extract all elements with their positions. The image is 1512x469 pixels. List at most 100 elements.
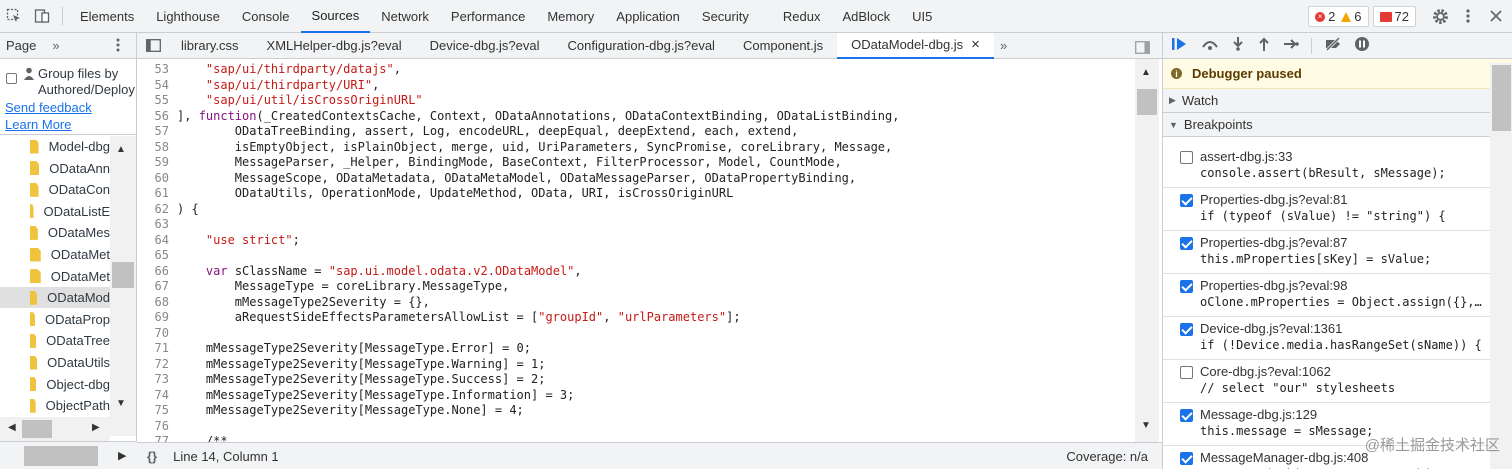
breakpoint-item[interactable]: Core-dbg.js?eval:1062 // select "our" sty… xyxy=(1163,360,1493,403)
breakpoint-item[interactable]: Properties-dbg.js?eval:87 this.mPropertie… xyxy=(1163,231,1493,274)
code-line[interactable]: 64 "use strict"; xyxy=(137,233,1137,249)
group-files-checkbox[interactable] xyxy=(6,73,17,84)
resume-icon[interactable] xyxy=(1171,37,1189,54)
line-number[interactable]: 77 xyxy=(137,434,177,442)
panel-tab-network[interactable]: Network xyxy=(370,0,440,33)
breakpoint-item[interactable]: Properties-dbg.js?eval:98 oClone.mPropert… xyxy=(1163,274,1493,317)
breakpoints-section-header[interactable]: ▼ Breakpoints xyxy=(1163,113,1512,137)
close-devtools-icon[interactable] xyxy=(1482,2,1510,30)
code-line[interactable]: 57 ODataTreeBinding, assert, Log, encode… xyxy=(137,124,1137,140)
file-tree-item[interactable]: ODataCon xyxy=(0,179,110,200)
code-line[interactable]: 68 mMessageType2Severity = {}, xyxy=(137,295,1137,311)
issues-counter[interactable]: 72 xyxy=(1372,6,1416,27)
file-tree-item[interactable]: ODataProp xyxy=(0,309,110,330)
code-line[interactable]: 53 "sap/ui/thirdparty/datajs", xyxy=(137,62,1137,78)
file-tree-scrollbar[interactable]: ▲ ▼ xyxy=(110,136,136,436)
pretty-print-icon[interactable]: {} xyxy=(147,449,157,464)
scroll-up-arrow-icon[interactable]: ▲ xyxy=(116,144,126,155)
editor-tab[interactable]: XMLHelper-dbg.js?eval xyxy=(253,33,416,59)
line-number[interactable]: 64 xyxy=(137,233,177,249)
line-number[interactable]: 67 xyxy=(137,279,177,295)
panel-tab-console[interactable]: Console xyxy=(231,0,301,33)
line-number[interactable]: 63 xyxy=(137,217,177,233)
step-into-icon[interactable] xyxy=(1231,37,1245,54)
settings-gear-icon[interactable] xyxy=(1426,2,1454,30)
breakpoint-item[interactable]: Device-dbg.js?eval:1361 if (!Device.media… xyxy=(1163,317,1493,360)
file-tree-item[interactable]: ODataListE xyxy=(0,201,110,222)
file-tree-item[interactable]: ODataUtils xyxy=(0,352,110,373)
file-tree-item[interactable]: ODataMod xyxy=(0,287,110,309)
code-line[interactable]: 69 aRequestSideEffectsParametersAllowLis… xyxy=(137,310,1137,326)
editor-tab[interactable]: Component.js xyxy=(729,33,837,59)
breakpoint-item[interactable]: assert-dbg.js:33 console.assert(bResult, … xyxy=(1163,145,1493,188)
code-editor[interactable]: 53 "sap/ui/thirdparty/datajs", 54 "sap/ui… xyxy=(137,59,1162,442)
code-line[interactable]: 77 /** xyxy=(137,434,1137,442)
code-line[interactable]: 65 xyxy=(137,248,1137,264)
line-number[interactable]: 72 xyxy=(137,357,177,373)
code-line[interactable]: 60 MessageScope, ODataMetadata, ODataMet… xyxy=(137,171,1137,187)
toggle-debugger-icon[interactable] xyxy=(1128,33,1156,61)
panel-tab-adblock[interactable]: AdBlock xyxy=(831,0,901,33)
code-line[interactable]: 56], function(_CreatedContextsCache, Con… xyxy=(137,109,1137,125)
close-tab-icon[interactable]: × xyxy=(971,36,980,53)
file-tree-item[interactable]: ODataAnn xyxy=(0,158,110,179)
line-number[interactable]: 66 xyxy=(137,264,177,280)
line-number[interactable]: 57 xyxy=(137,124,177,140)
code-line[interactable]: 55 "sap/ui/util/isCrossOriginURL" xyxy=(137,93,1137,109)
code-line[interactable]: 76 xyxy=(137,419,1137,435)
panel-tab-redux[interactable]: Redux xyxy=(772,0,832,33)
code-line[interactable]: 61 ODataUtils, OperationMode, UpdateMeth… xyxy=(137,186,1137,202)
panel-tab-lighthouse[interactable]: Lighthouse xyxy=(145,0,231,33)
editor-tab[interactable]: Configuration-dbg.js?eval xyxy=(554,33,729,59)
code-line[interactable]: 59 MessageParser, _Helper, BindingMode, … xyxy=(137,155,1137,171)
sidebar-scroll-thumb[interactable] xyxy=(1492,65,1511,131)
sidebar-scrollbar[interactable] xyxy=(1490,63,1512,469)
breakpoint-item[interactable]: Properties-dbg.js?eval:81 if (typeof (sVa… xyxy=(1163,188,1493,231)
watch-section-header[interactable]: ▶ Watch xyxy=(1163,89,1512,113)
file-tree-item[interactable]: ODataTree xyxy=(0,330,110,351)
line-number[interactable]: 65 xyxy=(137,248,177,264)
footer-scroll-thumb[interactable] xyxy=(24,446,98,466)
code-line[interactable]: 74 mMessageType2Severity[MessageType.Inf… xyxy=(137,388,1137,404)
line-number[interactable]: 71 xyxy=(137,341,177,357)
line-number[interactable]: 62 xyxy=(137,202,177,218)
code-line[interactable]: 67 MessageType = coreLibrary.MessageType… xyxy=(137,279,1137,295)
panel-tab-application[interactable]: Application xyxy=(605,0,691,33)
breakpoint-checkbox[interactable] xyxy=(1180,237,1193,250)
editor-tab[interactable]: library.css xyxy=(167,33,253,59)
horizontal-scrollbar[interactable]: ◀ ▶ xyxy=(0,417,110,441)
line-number[interactable]: 55 xyxy=(137,93,177,109)
step-icon[interactable] xyxy=(1283,37,1299,54)
inspect-element-icon[interactable] xyxy=(0,2,28,30)
panel-tab-elements[interactable]: Elements xyxy=(69,0,145,33)
navigator-tab-page[interactable]: Page xyxy=(6,38,36,53)
expand-panel-icon[interactable]: ▶ xyxy=(118,449,126,462)
more-options-icon[interactable] xyxy=(1454,2,1482,30)
file-tree-item[interactable]: ODataMet xyxy=(0,266,110,287)
line-number[interactable]: 61 xyxy=(137,186,177,202)
scrollbar-thumb[interactable] xyxy=(112,262,134,288)
line-number[interactable]: 68 xyxy=(137,295,177,311)
more-tabs-chevron-icon[interactable]: » xyxy=(52,38,59,53)
panel-tab-sources[interactable]: Sources xyxy=(300,0,371,33)
learn-more-link[interactable]: Learn More xyxy=(5,117,71,132)
editor-scroll-up-icon[interactable]: ▲ xyxy=(1141,67,1151,78)
file-tree-item[interactable]: ODataMes xyxy=(0,222,110,243)
pause-on-exceptions-icon[interactable] xyxy=(1354,36,1370,55)
breakpoint-checkbox[interactable] xyxy=(1180,323,1193,336)
panel-tab-memory[interactable]: Memory xyxy=(536,0,605,33)
step-over-icon[interactable] xyxy=(1201,37,1219,54)
console-counters[interactable]: × 2 6 72 xyxy=(1308,6,1416,27)
line-number[interactable]: 70 xyxy=(137,326,177,342)
breakpoint-checkbox[interactable] xyxy=(1180,409,1193,422)
code-line[interactable]: 66 var sClassName = "sap.ui.model.odata.… xyxy=(137,264,1137,280)
line-number[interactable]: 74 xyxy=(137,388,177,404)
code-line[interactable]: 63 xyxy=(137,217,1137,233)
device-toolbar-icon[interactable] xyxy=(28,2,56,30)
editor-tab[interactable]: Device-dbg.js?eval xyxy=(416,33,554,59)
line-number[interactable]: 73 xyxy=(137,372,177,388)
editor-scroll-down-icon[interactable]: ▼ xyxy=(1141,420,1151,431)
scroll-right-arrow-icon[interactable]: ▶ xyxy=(92,422,100,433)
breakpoint-checkbox[interactable] xyxy=(1180,194,1193,207)
code-line[interactable]: 72 mMessageType2Severity[MessageType.War… xyxy=(137,357,1137,373)
